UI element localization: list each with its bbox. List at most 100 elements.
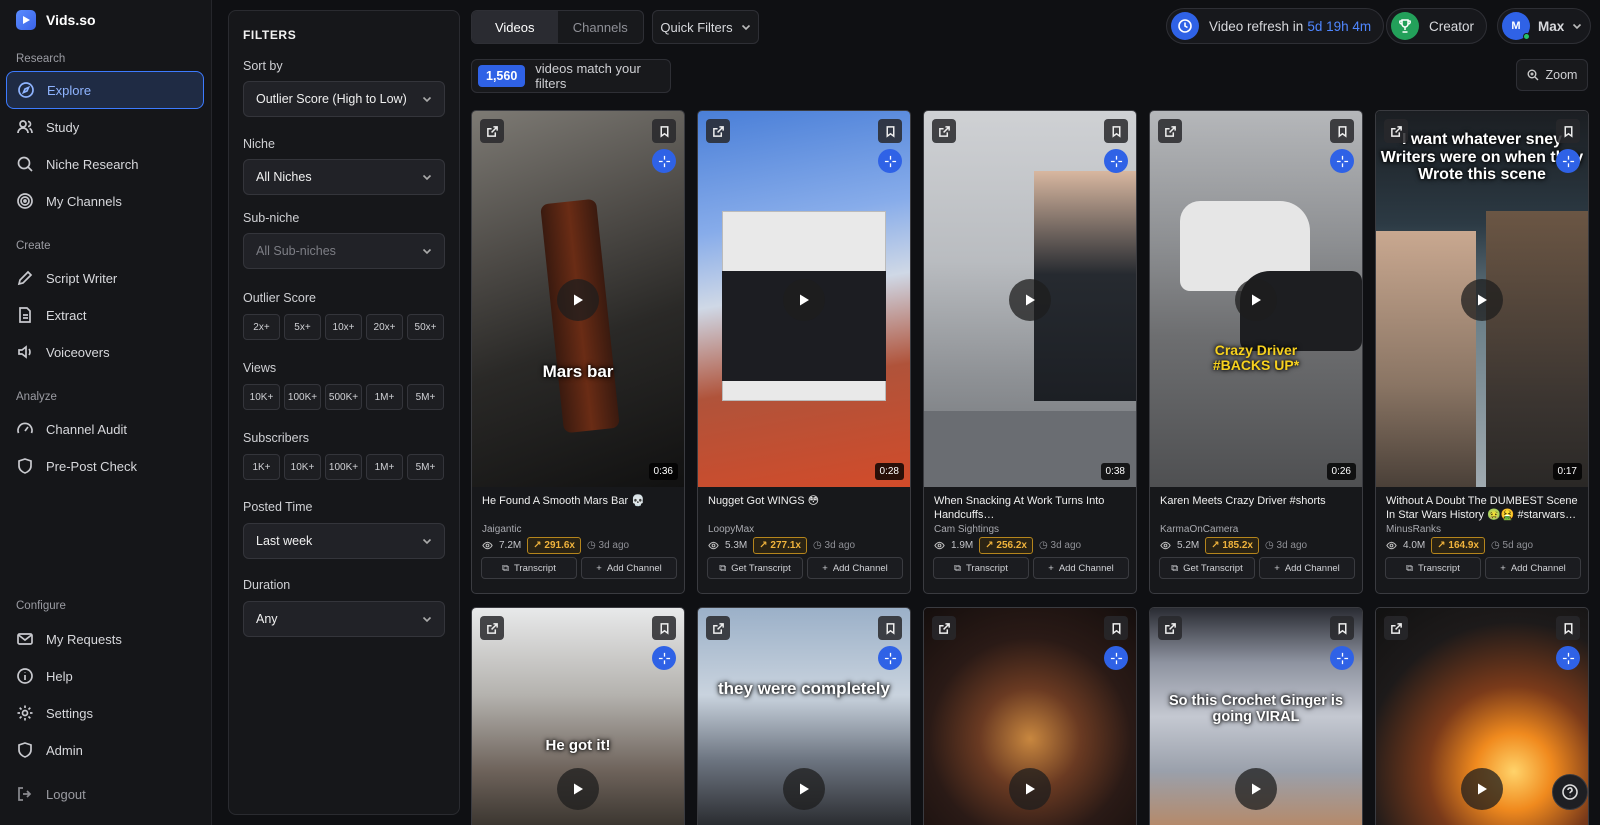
video-card[interactable]: Mars bar 0:36 He Found A Smooth Mars Bar… [471,110,685,594]
bookmark-button[interactable] [1330,119,1354,143]
subs-chip[interactable]: 100K+ [325,454,362,480]
ai-sparkle-button[interactable] [1330,149,1354,173]
duration-select[interactable]: Any [243,601,445,637]
bookmark-button[interactable] [1104,616,1128,640]
open-external-button[interactable] [1158,616,1182,640]
sort-select[interactable]: Outlier Score (High to Low) [243,81,445,117]
sidebar-item-extract[interactable]: Extract [6,296,204,334]
subniche-select[interactable]: All Sub-niches [243,233,445,269]
sidebar-item-my-channels[interactable]: My Channels [6,182,204,220]
video-thumbnail[interactable]: So this Crochet Ginger is going VIRAL [1150,608,1362,825]
sidebar-item-niche-research[interactable]: Niche Research [6,145,204,183]
sidebar-item-my-requests[interactable]: My Requests [6,620,204,658]
sidebar-item-explore[interactable]: Explore [6,71,204,109]
sidebar-item-channel-audit[interactable]: Channel Audit [6,410,204,448]
logout-button[interactable]: Logout [6,775,204,813]
add-channel-button[interactable]: + Add Channel [1485,557,1581,579]
ai-sparkle-button[interactable] [878,646,902,670]
video-thumbnail[interactable] [924,608,1136,825]
video-thumbnail[interactable]: 0:38 [924,111,1136,487]
outlier-chip[interactable]: 20x+ [366,314,403,340]
subs-chip[interactable]: 5M+ [407,454,444,480]
channel-name[interactable]: KarmaOnCamera [1160,524,1238,535]
open-external-button[interactable] [932,616,956,640]
views-chip[interactable]: 100K+ [284,384,321,410]
open-external-button[interactable] [706,119,730,143]
app-logo[interactable]: Vids.so [16,10,96,30]
ai-sparkle-button[interactable] [1556,646,1580,670]
transcript-button[interactable]: ⧉ Transcript [933,557,1029,579]
bookmark-button[interactable] [878,616,902,640]
play-button[interactable] [1009,279,1051,321]
open-external-button[interactable] [480,119,504,143]
tab-videos[interactable]: Videos [472,11,558,43]
add-channel-button[interactable]: + Add Channel [1259,557,1355,579]
transcript-button[interactable]: ⧉ Transcript [481,557,577,579]
views-chip[interactable]: 5M+ [407,384,444,410]
add-channel-button[interactable]: + Add Channel [581,557,677,579]
play-button[interactable] [1009,768,1051,810]
video-card[interactable] [923,607,1137,825]
ai-sparkle-button[interactable] [1104,149,1128,173]
video-card[interactable]: So this Crochet Ginger is going VIRAL [1149,607,1363,825]
sidebar-item-script-writer[interactable]: Script Writer [6,259,204,297]
play-button[interactable] [783,279,825,321]
bookmark-button[interactable] [652,119,676,143]
video-card[interactable]: 0:28 Nugget Got WINGS 😳 LoopyMax 5.3M ↗ … [697,110,911,594]
ai-sparkle-button[interactable] [878,149,902,173]
video-title[interactable]: Without A Doubt The DUMBEST Scene In Sta… [1386,495,1582,523]
video-thumbnail[interactable]: I want whatever sney Writers were on whe… [1376,111,1588,487]
video-title[interactable]: Karen Meets Crazy Driver #shorts [1160,495,1356,509]
niche-select[interactable]: All Niches [243,159,445,195]
user-menu[interactable]: M Max [1497,8,1592,44]
outlier-chip[interactable]: 50x+ [407,314,444,340]
video-card[interactable]: He got it! [471,607,685,825]
play-button[interactable] [1461,768,1503,810]
subs-chip[interactable]: 10K+ [284,454,321,480]
video-card[interactable]: I want whatever sney Writers were on whe… [1375,110,1589,594]
channel-name[interactable]: LoopyMax [708,524,754,535]
video-card[interactable]: Crazy Driver #BACKS UP* 0:26 Karen Meets… [1149,110,1363,594]
channel-name[interactable]: Jaigantic [482,524,521,535]
views-chip[interactable]: 10K+ [243,384,280,410]
zoom-button[interactable]: Zoom [1516,59,1588,91]
play-button[interactable] [1461,279,1503,321]
transcript-button[interactable]: ⧉ Get Transcript [1159,557,1255,579]
video-thumbnail[interactable]: 0:28 [698,111,910,487]
help-chat-button[interactable] [1552,774,1588,810]
sidebar-item-pre-post-check[interactable]: Pre-Post Check [6,447,204,485]
ai-sparkle-button[interactable] [652,149,676,173]
channel-name[interactable]: Cam Sightings [934,524,999,535]
play-button[interactable] [557,768,599,810]
play-button[interactable] [1235,768,1277,810]
video-thumbnail[interactable]: Crazy Driver #BACKS UP* 0:26 [1150,111,1362,487]
sidebar-item-voiceovers[interactable]: Voiceovers [6,333,204,371]
views-chip[interactable]: 1M+ [366,384,403,410]
video-thumbnail[interactable]: Mars bar 0:36 [472,111,684,487]
subs-chip[interactable]: 1M+ [366,454,403,480]
bookmark-button[interactable] [1556,119,1580,143]
subs-chip[interactable]: 1K+ [243,454,280,480]
outlier-chip[interactable]: 2x+ [243,314,280,340]
plan-badge[interactable]: Creator [1386,8,1488,44]
open-external-button[interactable] [480,616,504,640]
open-external-button[interactable] [1384,616,1408,640]
transcript-button[interactable]: ⧉ Transcript [1385,557,1481,579]
add-channel-button[interactable]: + Add Channel [807,557,903,579]
open-external-button[interactable] [706,616,730,640]
video-card[interactable]: they were completely [697,607,911,825]
play-button[interactable] [557,279,599,321]
outlier-chip[interactable]: 10x+ [325,314,362,340]
open-external-button[interactable] [1384,119,1408,143]
sidebar-item-admin[interactable]: Admin [6,731,204,769]
sidebar-item-study[interactable]: Study [6,108,204,146]
sidebar-item-help[interactable]: Help [6,657,204,695]
video-title[interactable]: When Snacking At Work Turns Into Handcuf… [934,495,1130,523]
play-button[interactable] [1235,279,1277,321]
outlier-chip[interactable]: 5x+ [284,314,321,340]
ai-sparkle-button[interactable] [1556,149,1580,173]
posted-select[interactable]: Last week [243,523,445,559]
ai-sparkle-button[interactable] [1104,646,1128,670]
video-title[interactable]: He Found A Smooth Mars Bar 💀 [482,495,678,509]
video-thumbnail[interactable]: they were completely [698,608,910,825]
